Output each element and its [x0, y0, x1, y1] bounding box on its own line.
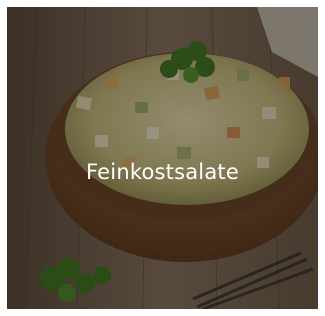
category-tile-feinkostsalate[interactable]: Feinkostsalate: [7, 7, 318, 309]
category-title: Feinkostsalate: [86, 160, 239, 184]
